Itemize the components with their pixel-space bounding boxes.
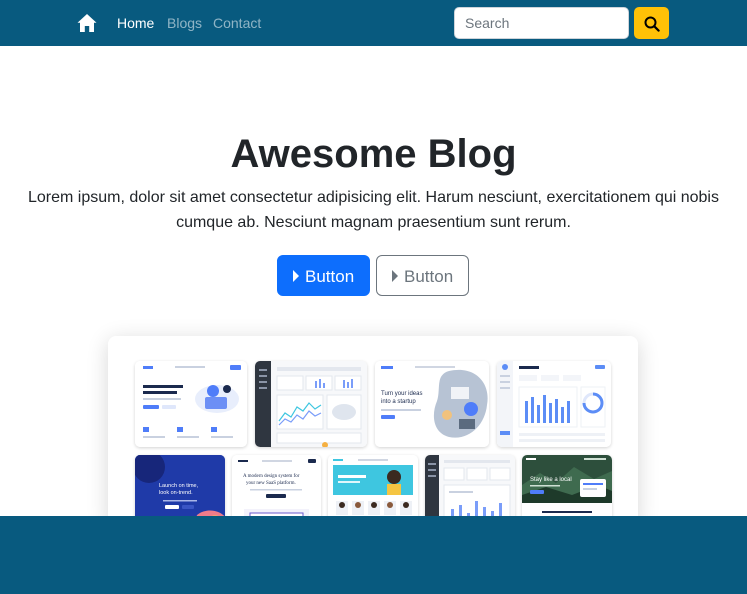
- template-preview-collage: Turn your ideas into a startup Launch on…: [108, 336, 638, 526]
- hero-title: Awesome Blog: [230, 132, 517, 176]
- nav-link-blogs[interactable]: Blogs: [167, 15, 202, 31]
- secondary-button[interactable]: Button: [376, 255, 469, 296]
- primary-button-label: Button: [305, 267, 355, 286]
- search-input[interactable]: [454, 7, 629, 39]
- thumbnail-landing-page[interactable]: [135, 361, 247, 447]
- nav-link-home[interactable]: Home: [117, 15, 154, 31]
- primary-button[interactable]: Button: [277, 255, 370, 296]
- hero-lead-text: Lorem ipsum, dolor sit amet consectetur …: [28, 189, 719, 231]
- svg-text:your new SaaS platform.: your new SaaS platform.: [246, 481, 296, 486]
- footer: [0, 516, 747, 594]
- caret-right-icon: [293, 270, 299, 282]
- search-icon: [644, 16, 660, 32]
- caret-right-icon: [392, 270, 398, 282]
- nav-link-contact[interactable]: Contact: [213, 15, 261, 31]
- search-button[interactable]: [634, 7, 669, 39]
- thumbnail-analytics-dashboard[interactable]: [497, 361, 611, 447]
- navbar: Home Blogs Contact: [0, 0, 747, 46]
- home-icon[interactable]: [77, 13, 97, 33]
- thumbnail-startup[interactable]: Turn your ideas into a startup: [375, 361, 489, 447]
- svg-text:into a startup: into a startup: [381, 399, 416, 405]
- secondary-button-label: Button: [404, 267, 454, 286]
- svg-text:A modern design system for: A modern design system for: [243, 474, 300, 479]
- svg-text:look on-trend.: look on-trend.: [159, 490, 193, 496]
- svg-text:Stay like a local: Stay like a local: [530, 477, 572, 483]
- svg-text:Launch on time,: Launch on time,: [159, 483, 199, 489]
- svg-text:Turn your ideas: Turn your ideas: [381, 391, 422, 397]
- thumbnail-dark-dashboard[interactable]: [255, 361, 367, 447]
